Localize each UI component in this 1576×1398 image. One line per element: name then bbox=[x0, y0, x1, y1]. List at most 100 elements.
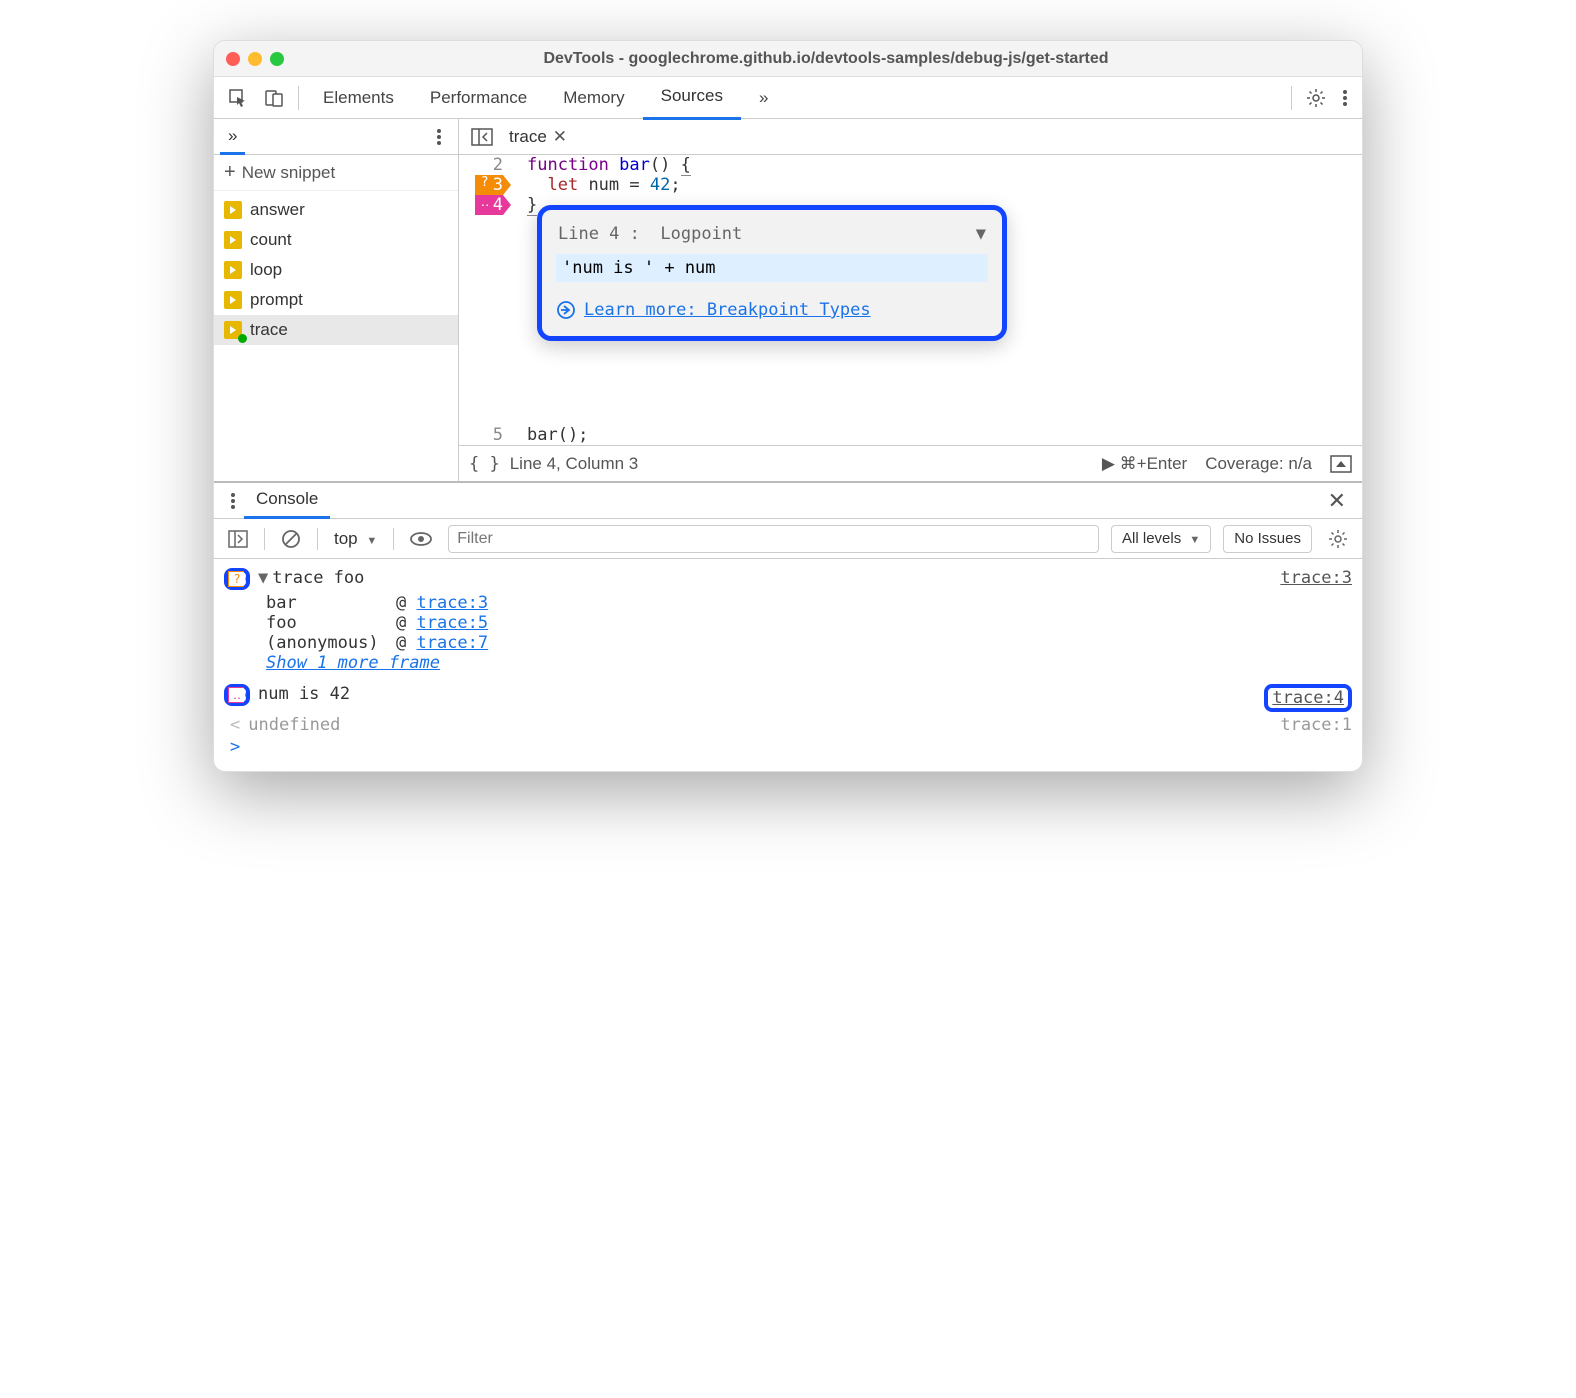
new-snippet-label: New snippet bbox=[242, 163, 336, 183]
console-logpoint-entry: ‥ num is 42 trace:4 bbox=[224, 681, 1352, 715]
chevron-down-icon[interactable]: ▼ bbox=[976, 224, 986, 244]
snippets-sidebar: » + New snippet answer count bbox=[214, 119, 459, 481]
tab-memory[interactable]: Memory bbox=[545, 77, 642, 119]
sources-body: » + New snippet answer count bbox=[214, 119, 1362, 481]
issues-button[interactable]: No Issues bbox=[1223, 525, 1312, 553]
tab-elements[interactable]: Elements bbox=[305, 77, 412, 119]
tab-sources[interactable]: Sources bbox=[643, 75, 741, 120]
settings-gear-icon[interactable] bbox=[1298, 82, 1334, 114]
source-link[interactable]: trace:1 bbox=[1280, 715, 1352, 735]
snippet-file-prompt[interactable]: prompt bbox=[214, 285, 458, 315]
line-number[interactable]: 2 bbox=[485, 155, 511, 175]
breakpoint-type-select[interactable]: Logpoint bbox=[660, 224, 742, 244]
line-number[interactable]: 5 bbox=[485, 425, 511, 445]
devtools-window: DevTools - googlechrome.github.io/devtoo… bbox=[213, 40, 1363, 772]
clear-console-icon[interactable] bbox=[277, 529, 305, 549]
editor-column: trace ✕ 2 function bar() { ?3 let num = … bbox=[459, 119, 1362, 481]
logpoint-expression-input[interactable] bbox=[556, 254, 988, 282]
close-drawer-icon[interactable]: ✕ bbox=[1320, 488, 1354, 514]
separator bbox=[1291, 86, 1292, 110]
console-tab[interactable]: Console bbox=[244, 482, 330, 519]
snippet-file-icon bbox=[224, 231, 242, 249]
toggle-debugger-sidebar-icon[interactable] bbox=[1330, 455, 1352, 473]
show-more-frames-link[interactable]: Show 1 more frame bbox=[224, 653, 1352, 673]
editor-tab-trace[interactable]: trace ✕ bbox=[499, 127, 577, 147]
execution-context-select[interactable]: top ▼ bbox=[330, 529, 381, 549]
console-filter-input[interactable] bbox=[448, 525, 1099, 553]
stack-frame: bar@ trace:3 bbox=[224, 593, 1352, 613]
conditional-breakpoint-marker[interactable]: ?3 bbox=[475, 175, 511, 195]
sidebar-more-icon[interactable] bbox=[426, 128, 452, 146]
logpoint-marker[interactable]: ‥4 bbox=[475, 195, 511, 215]
plus-icon: + bbox=[224, 161, 236, 184]
kebab-menu-icon[interactable] bbox=[1334, 82, 1356, 114]
drawer-more-icon[interactable] bbox=[222, 492, 244, 510]
window-minimize-button[interactable] bbox=[248, 52, 262, 66]
file-name: loop bbox=[250, 260, 282, 280]
window-maximize-button[interactable] bbox=[270, 52, 284, 66]
log-levels-select[interactable]: All levels ▼ bbox=[1111, 525, 1211, 553]
code-line-2: 2 function bar() { bbox=[459, 155, 1362, 175]
console-trace-entry: ? ▼ trace foo trace:3 bbox=[224, 565, 1352, 593]
snippet-file-count[interactable]: count bbox=[214, 225, 458, 255]
stack-frame-link[interactable]: trace:3 bbox=[416, 593, 488, 613]
console-settings-gear-icon[interactable] bbox=[1324, 529, 1352, 549]
snippet-file-list: answer count loop prompt trace bbox=[214, 191, 458, 349]
code-line-5: 5 bar(); bbox=[459, 425, 1362, 445]
main-panel-tabs: Elements Performance Memory Sources » bbox=[214, 77, 1362, 119]
tab-performance[interactable]: Performance bbox=[412, 77, 545, 119]
console-panel: Console ✕ top ▼ All levels ▼ No Issues bbox=[214, 481, 1362, 771]
file-name: trace bbox=[250, 320, 288, 340]
snippet-file-icon bbox=[224, 261, 242, 279]
file-name: answer bbox=[250, 200, 305, 220]
code-line-3: ?3 let num = 42; bbox=[459, 175, 1362, 195]
stack-frame-link[interactable]: trace:5 bbox=[416, 613, 488, 633]
sidebar-overflow-tab[interactable]: » bbox=[220, 119, 245, 155]
toggle-navigator-icon[interactable] bbox=[465, 128, 499, 146]
stack-frame-link[interactable]: trace:7 bbox=[416, 633, 488, 653]
conditional-breakpoint-badge-icon: ? bbox=[224, 568, 250, 590]
snippet-file-loop[interactable]: loop bbox=[214, 255, 458, 285]
trace-message: trace foo bbox=[272, 568, 364, 588]
snippet-file-trace[interactable]: trace bbox=[214, 315, 458, 345]
snippet-file-icon bbox=[224, 291, 242, 309]
new-snippet-button[interactable]: + New snippet bbox=[214, 155, 458, 191]
snippet-file-icon bbox=[224, 201, 242, 219]
live-expression-icon[interactable] bbox=[406, 532, 436, 546]
run-snippet-button[interactable]: ▶ ⌘+Enter bbox=[1102, 454, 1187, 474]
logpoint-badge-icon: ‥ bbox=[224, 684, 250, 706]
separator bbox=[298, 86, 299, 110]
code-editor[interactable]: 2 function bar() { ?3 let num = 42; ‥4 }… bbox=[459, 155, 1362, 445]
file-name: prompt bbox=[250, 290, 303, 310]
drawer-tabs: Console ✕ bbox=[214, 483, 1362, 519]
sidebar-tabs: » bbox=[214, 119, 458, 155]
file-name: count bbox=[250, 230, 292, 250]
window-close-button[interactable] bbox=[226, 52, 240, 66]
close-tab-icon[interactable]: ✕ bbox=[553, 127, 567, 147]
popover-line-label: Line 4 : bbox=[558, 224, 640, 244]
console-return-entry: < undefined trace:1 bbox=[224, 715, 1352, 735]
arrow-circle-icon bbox=[556, 300, 576, 320]
inspect-element-icon[interactable] bbox=[220, 82, 256, 114]
editor-tab-label: trace bbox=[509, 127, 547, 147]
window-controls bbox=[226, 52, 284, 66]
stack-frame: (anonymous)@ trace:7 bbox=[224, 633, 1352, 653]
breakpoint-edit-popover: Line 4 : Logpoint ▼ Learn more: Breakpoi… bbox=[537, 205, 1007, 341]
coverage-status: Coverage: n/a bbox=[1205, 454, 1312, 474]
pretty-print-icon[interactable]: { } bbox=[469, 454, 500, 474]
console-toolbar: top ▼ All levels ▼ No Issues bbox=[214, 519, 1362, 559]
source-link[interactable]: trace:4 bbox=[1264, 684, 1352, 712]
device-toolbar-icon[interactable] bbox=[256, 82, 292, 114]
console-output: ? ▼ trace foo trace:3 bar@ trace:3 foo@ … bbox=[214, 559, 1362, 771]
tabs-overflow[interactable]: » bbox=[741, 77, 786, 119]
editor-tab-bar: trace ✕ bbox=[459, 119, 1362, 155]
learn-more-link[interactable]: Learn more: Breakpoint Types bbox=[584, 300, 871, 320]
expand-toggle-icon[interactable]: ▼ bbox=[258, 568, 268, 588]
titlebar: DevTools - googlechrome.github.io/devtoo… bbox=[214, 41, 1362, 77]
snippet-file-answer[interactable]: answer bbox=[214, 195, 458, 225]
source-link[interactable]: trace:3 bbox=[1280, 568, 1352, 588]
console-sidebar-toggle-icon[interactable] bbox=[224, 530, 252, 548]
stack-frame: foo@ trace:5 bbox=[224, 613, 1352, 633]
console-prompt[interactable]: > bbox=[224, 735, 1352, 757]
return-value: undefined bbox=[248, 715, 340, 735]
